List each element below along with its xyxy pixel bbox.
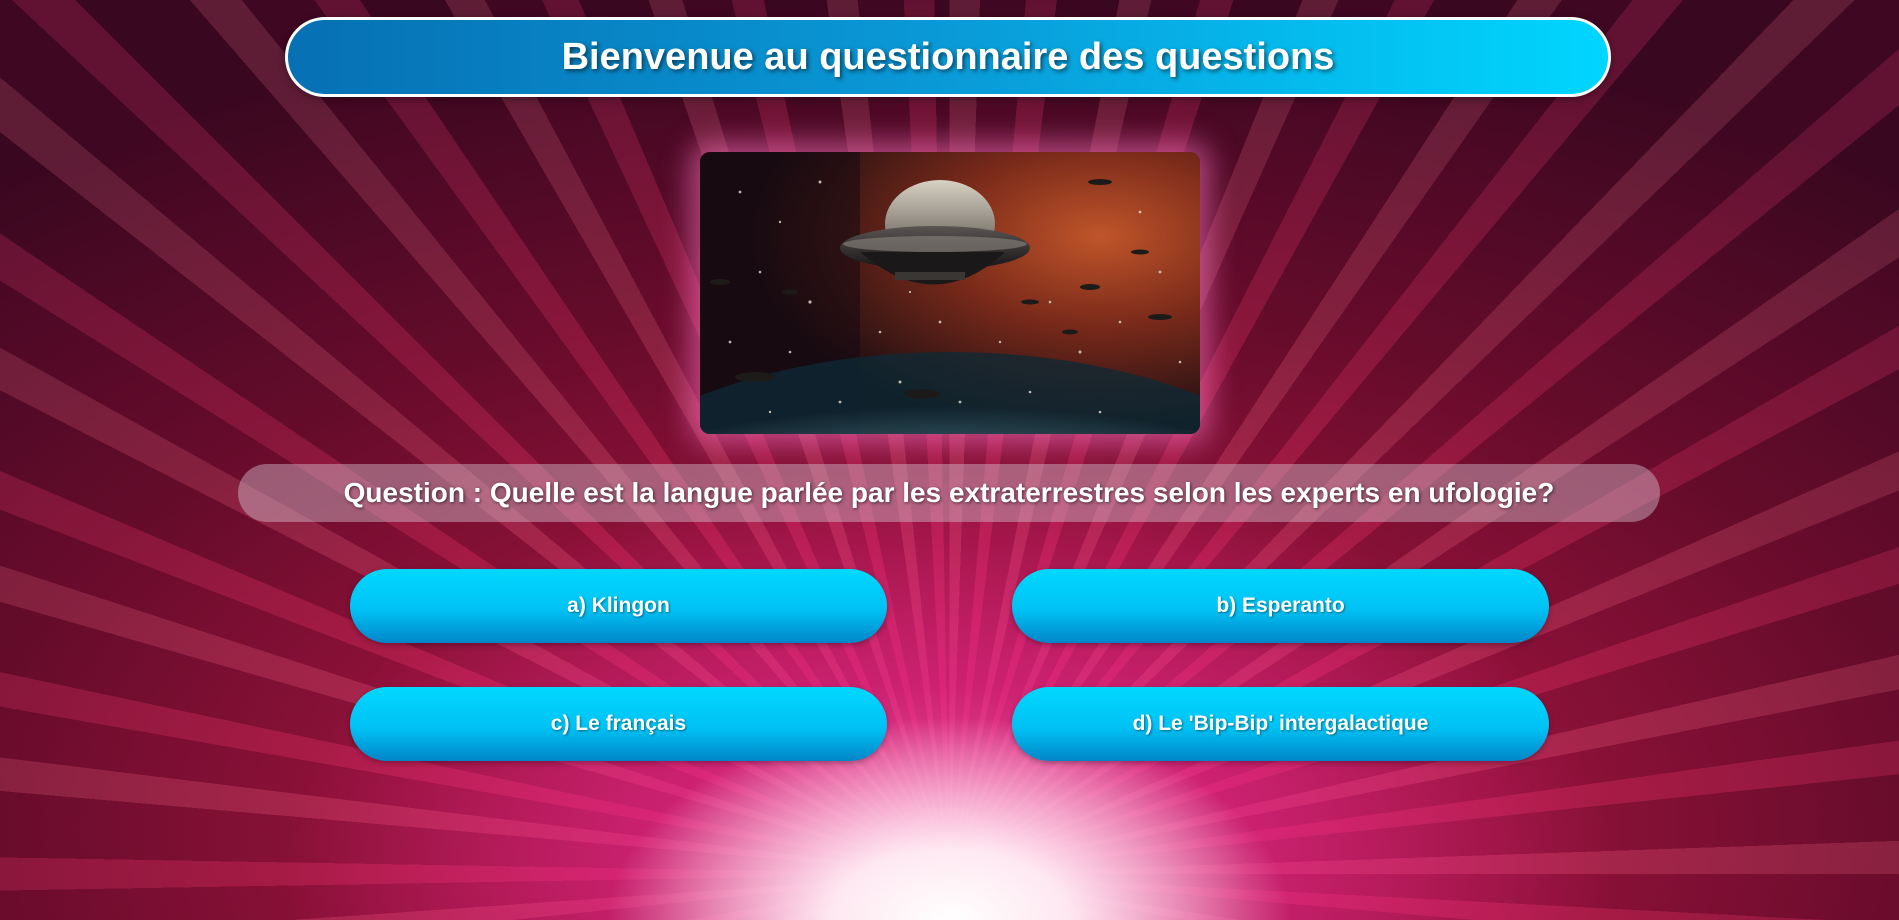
ufo-spaceship-image [700,152,1200,434]
answer-button-c[interactable]: c) Le français [350,687,887,761]
answer-button-a[interactable]: a) Klingon [350,569,887,643]
answer-button-d[interactable]: d) Le 'Bip-Bip' intergalactique [1012,687,1549,761]
question-box: Question : Quelle est la langue parlée p… [238,464,1660,522]
title-banner: Bienvenue au questionnaire des questions [285,17,1611,97]
page-title: Bienvenue au questionnaire des questions [561,35,1335,78]
quiz-page: Bienvenue au questionnaire des questions [0,0,1899,920]
answer-button-b[interactable]: b) Esperanto [1012,569,1549,643]
question-text: Question : Quelle est la langue parlée p… [343,477,1555,508]
